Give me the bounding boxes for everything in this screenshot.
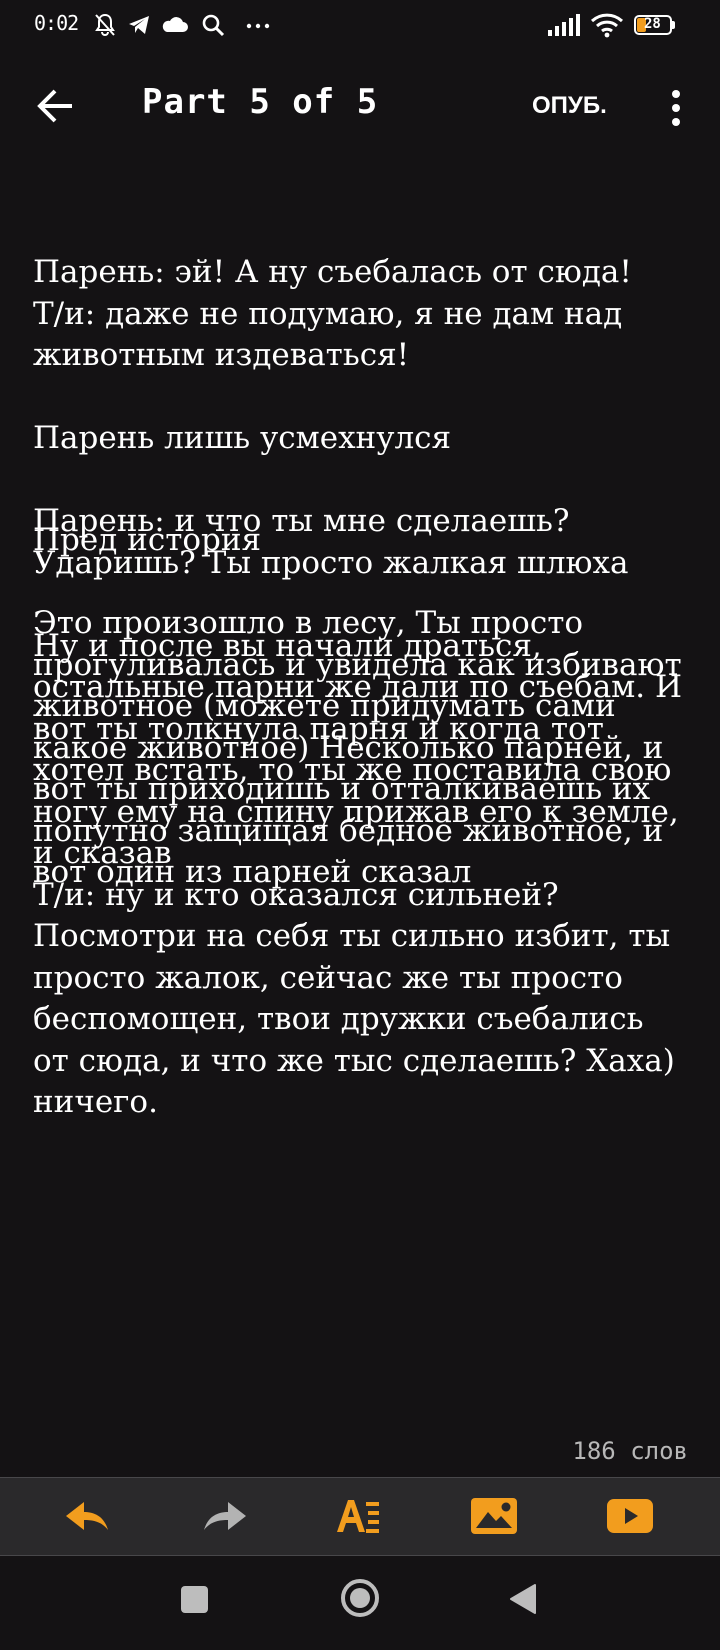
redo-icon[interactable] [200, 1494, 248, 1538]
signal-icon [548, 14, 580, 36]
text-format-icon[interactable] [334, 1494, 382, 1538]
bell-muted-icon [95, 13, 115, 36]
page-title: Part 5 of 5 [142, 82, 379, 122]
word-count: 186 слов [572, 1437, 688, 1465]
publish-button[interactable]: ОПУБ. [532, 92, 607, 120]
video-icon[interactable] [606, 1494, 654, 1538]
more-vert-icon[interactable] [664, 88, 688, 128]
battery-icon: 28 [634, 15, 676, 37]
home-circle-icon[interactable] [341, 1579, 379, 1617]
cloud-icon [162, 17, 188, 32]
editor-toolbar [0, 1477, 720, 1556]
status-bar: 0:02 28 [0, 0, 720, 50]
back-arrow-icon[interactable] [34, 84, 78, 128]
telegram-icon [129, 16, 149, 34]
more-notifications-icon [246, 23, 270, 29]
story-text-overlap: Пред история Это произошло в лесу, Ты пр… [33, 522, 682, 890]
app-bar: Part 5 of 5 ОПУБ. [0, 60, 720, 150]
undo-icon[interactable] [64, 1494, 112, 1538]
battery-level: 28 [644, 16, 661, 32]
search-icon [202, 14, 225, 37]
recents-square-icon[interactable] [181, 1586, 208, 1613]
wifi-icon [590, 13, 624, 38]
back-triangle-icon[interactable] [508, 1582, 538, 1616]
image-icon[interactable] [470, 1494, 518, 1538]
system-nav-bar [0, 1556, 720, 1650]
status-time: 0:02 [34, 11, 79, 35]
